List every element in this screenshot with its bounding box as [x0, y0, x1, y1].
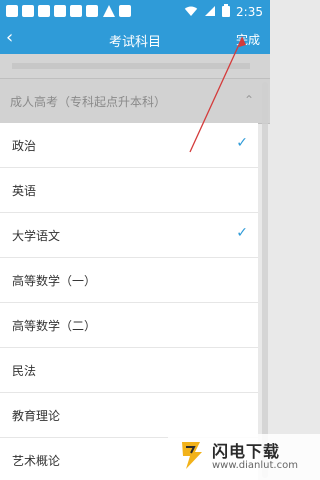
exam-category-title: 成人高考（专科起点升本科） — [10, 95, 167, 109]
lightning-logo-icon — [182, 442, 202, 469]
notification-icon — [22, 5, 34, 17]
subject-label: 政治 — [12, 139, 37, 153]
subject-label: 高等数学（一） — [12, 274, 97, 288]
subject-row[interactable]: 高等数学（一） — [0, 258, 258, 303]
watermark-url: www.dianlut.com — [212, 460, 298, 471]
check-icon: ✓ — [236, 135, 248, 151]
subject-row[interactable]: 高等数学（二） — [0, 303, 258, 348]
notification-icon — [54, 5, 66, 17]
subject-row[interactable]: 教育理论 — [0, 393, 258, 438]
notification-icon — [86, 5, 98, 17]
chevron-up-icon[interactable]: ⌃ — [244, 93, 254, 107]
clock: 2:35 — [236, 5, 263, 19]
subject-label: 艺术概论 — [12, 454, 61, 468]
notification-icon — [119, 5, 131, 17]
subject-label: 教育理论 — [12, 409, 61, 423]
subject-label: 民法 — [12, 364, 37, 378]
signal-icon — [204, 5, 216, 20]
notification-icon — [38, 5, 50, 17]
subject-label: 大学语文 — [12, 229, 61, 243]
warning-icon — [103, 5, 115, 17]
subject-label: 英语 — [12, 184, 37, 198]
system-status: 2:35 — [184, 4, 263, 20]
exam-category-header[interactable]: 成人高考（专科起点升本科） ⌃ — [0, 78, 270, 124]
notification-icon — [70, 5, 82, 17]
done-button[interactable]: 完成 — [236, 31, 260, 48]
subject-row[interactable]: 大学语文 ✓ — [0, 213, 258, 258]
top-nav-bar: ‹ 考试科目 完成 — [0, 24, 270, 54]
scrollbar[interactable] — [262, 82, 268, 478]
notification-icons — [6, 5, 131, 17]
collapsed-section-strip — [0, 54, 270, 78]
page-title: 考试科目 — [108, 35, 161, 50]
status-bar: 2:35 — [0, 0, 270, 24]
battery-icon — [222, 4, 231, 20]
check-icon: ✓ — [236, 225, 248, 241]
watermark-title: 闪电下载 — [212, 442, 281, 461]
wifi-icon — [184, 5, 198, 20]
subject-row[interactable]: 英语 — [0, 168, 258, 213]
subject-label: 高等数学（二） — [12, 319, 97, 333]
subject-row[interactable]: 政治 ✓ — [0, 123, 258, 168]
notification-icon — [6, 5, 18, 17]
strip-placeholder — [12, 63, 250, 69]
watermark: 闪电下载 www.dianlut.com — [168, 434, 320, 480]
subject-row[interactable]: 民法 — [0, 348, 258, 393]
subject-list: 政治 ✓ 英语大学语文 ✓ 高等数学（一） 高等数学（二） 民法教育理论艺术概论 — [0, 123, 258, 480]
